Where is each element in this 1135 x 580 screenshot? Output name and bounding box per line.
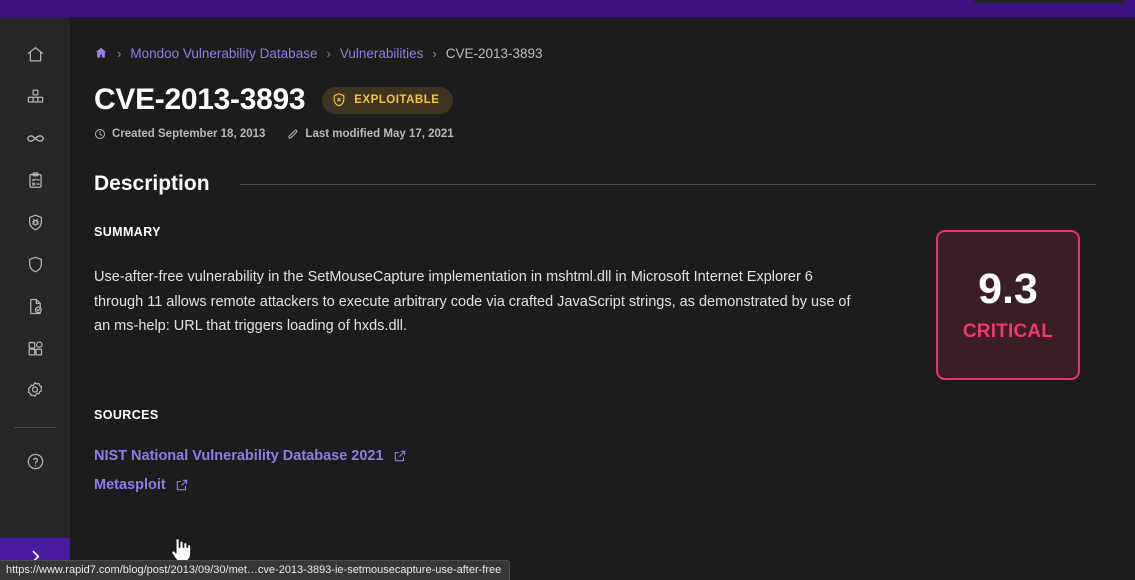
breadcrumb-separator: › <box>326 45 331 61</box>
description-text-column: SUMMARY Use-after-free vulnerability in … <box>94 225 884 380</box>
status-bar-url: https://www.rapid7.com/blog/post/2013/09… <box>0 560 511 580</box>
home-icon <box>26 45 45 64</box>
breadcrumb-item-current: CVE-2013-3893 <box>445 45 543 61</box>
breadcrumb-item-mondoo-vulnerability-database[interactable]: Mondoo Vulnerability Database <box>130 46 317 61</box>
sidebar-item-vulnerabilities[interactable] <box>18 205 52 239</box>
sidebar-item-security[interactable] <box>18 247 52 281</box>
breadcrumb-item-vulnerabilities[interactable]: Vulnerabilities <box>340 46 424 61</box>
sidebar-item-reports[interactable] <box>18 289 52 323</box>
created-meta: Created September 18, 2013 <box>94 128 265 140</box>
clipboard-check-icon <box>26 171 45 190</box>
clock-icon <box>94 128 106 140</box>
external-link-icon <box>175 478 189 492</box>
external-link-icon <box>393 449 407 463</box>
section-divider <box>239 183 1096 185</box>
description-section-header: Description <box>94 172 1115 196</box>
shield-x-icon <box>331 92 347 108</box>
sidebar-item-help[interactable] <box>18 444 52 478</box>
cvss-score-card: 9.3 CRITICAL <box>936 230 1080 380</box>
shield-icon <box>26 255 45 274</box>
cvss-score-value: 9.3 <box>978 264 1038 313</box>
page-meta: Created September 18, 2013 Last modified… <box>94 128 1115 140</box>
sidebar-item-policies[interactable] <box>18 163 52 197</box>
modified-date: Last modified May 17, 2021 <box>305 128 454 140</box>
main-content: › Mondoo Vulnerability Database › Vulner… <box>70 17 1135 580</box>
section-title: Description <box>94 172 210 195</box>
summary-label: SUMMARY <box>94 225 161 239</box>
cvss-severity-label: CRITICAL <box>962 320 1054 342</box>
sidebar-item-home[interactable] <box>18 37 52 71</box>
sidebar-divider <box>14 427 56 428</box>
body-split: › Mondoo Vulnerability Database › Vulner… <box>0 17 1135 580</box>
breadcrumb-separator: › <box>432 45 437 61</box>
pencil-icon <box>287 128 299 140</box>
app-window: › Mondoo Vulnerability Database › Vulner… <box>0 0 1135 580</box>
status-badge-label: EXPLOITABLE <box>354 94 440 106</box>
source-link-label: Metasploit <box>94 477 166 493</box>
created-date: Created September 18, 2013 <box>112 128 266 140</box>
sidebar-item-integrations-infinity[interactable] <box>18 121 52 155</box>
breadcrumb-home-icon[interactable] <box>94 46 108 60</box>
source-link-metasploit[interactable]: Metasploit <box>94 477 189 493</box>
breadcrumb: › Mondoo Vulnerability Database › Vulner… <box>94 43 1115 63</box>
sidebar-item-settings[interactable] <box>18 373 52 407</box>
puzzle-blocks-icon <box>26 339 45 358</box>
top-bar <box>0 0 1135 17</box>
modified-meta: Last modified May 17, 2021 <box>287 128 454 140</box>
sources-label: SOURCES <box>94 408 159 422</box>
page-title: CVE-2013-3893 <box>94 83 306 116</box>
help-circle-icon <box>26 452 45 471</box>
description-body: SUMMARY Use-after-free vulnerability in … <box>94 225 1115 380</box>
document-check-icon <box>26 297 45 316</box>
sidebar-item-add-ons[interactable] <box>18 331 52 365</box>
source-link-nist[interactable]: NIST National Vulnerability Database 202… <box>94 448 407 464</box>
sidebar-item-fleet[interactable] <box>18 79 52 113</box>
sources-section: SOURCES NIST National Vulnerability Data… <box>94 408 1115 493</box>
status-badge-exploitable: EXPLOITABLE <box>322 86 454 114</box>
gear-icon <box>25 380 45 400</box>
source-link-label: NIST National Vulnerability Database 202… <box>94 448 384 464</box>
sidebar <box>0 17 70 580</box>
global-search-input[interactable] <box>973 0 1125 3</box>
infinity-icon <box>25 128 46 149</box>
blocks-stack-icon <box>26 87 45 106</box>
sources-list: NIST National Vulnerability Database 202… <box>94 448 1115 493</box>
breadcrumb-separator: › <box>117 45 122 61</box>
summary-text: Use-after-free vulnerability in the SetM… <box>94 269 851 334</box>
page-header: CVE-2013-3893 EXPLOITABLE <box>94 83 1115 117</box>
shield-bug-icon <box>26 213 45 232</box>
